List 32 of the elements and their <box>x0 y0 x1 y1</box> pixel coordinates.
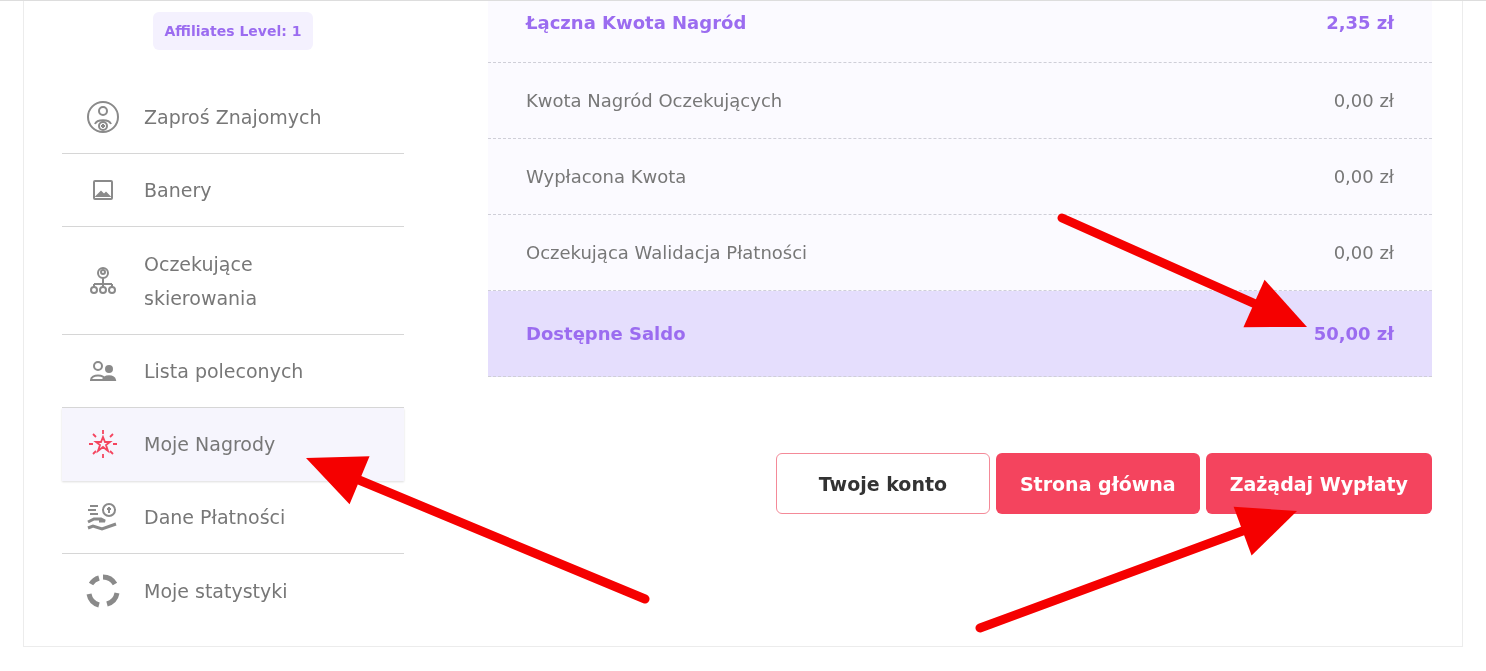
menu-label: Lista poleconych <box>144 359 304 384</box>
menu-item[interactable]: Banery <box>62 154 404 227</box>
menu-label: Dane Płatności <box>144 505 286 530</box>
image-icon <box>92 179 114 201</box>
menu-item[interactable]: Moje Nagrody <box>62 408 404 481</box>
ring-chart-icon <box>86 573 120 608</box>
menu-label: Moje statystyki <box>144 578 288 604</box>
row-value: 0,00 zł <box>1333 90 1394 111</box>
menu-item[interactable]: Oczekujące skierowania <box>62 227 404 335</box>
menu-label: Moje Nagrody <box>144 432 276 457</box>
level-badge: Affiliates Level: 1 <box>152 12 314 50</box>
row-label: Kwota Nagród Oczekujących <box>526 90 783 111</box>
menu-label: Banery <box>144 178 212 203</box>
network-icon <box>88 265 118 296</box>
row-value: 0,00 zł <box>1333 242 1394 263</box>
row-value: 2,35 zł <box>1326 11 1394 33</box>
action-button[interactable]: Strona główna <box>995 453 1200 514</box>
row-label: Dostępne Saldo <box>526 323 686 344</box>
action-button[interactable]: Zażądaj Wypłaty <box>1205 453 1432 514</box>
row-value: 50,00 zł <box>1313 323 1394 344</box>
menu-label: Zaproś Znajomych <box>144 105 322 130</box>
users-icon <box>89 360 117 382</box>
user-plus-icon <box>86 100 120 134</box>
row-label: Łączna Kwota Nagród <box>526 11 747 33</box>
menu-item[interactable]: Zaproś Znajomych <box>62 81 404 154</box>
action-button[interactable]: Twoje konto <box>775 453 990 514</box>
row-value: 0,00 zł <box>1333 166 1394 187</box>
row-label: Oczekująca Walidacja Płatności <box>526 242 808 263</box>
row-label: Wypłacona Kwota <box>526 166 687 187</box>
menu-label: Oczekujące skierowania <box>144 251 259 311</box>
star-burst-icon <box>88 429 118 459</box>
menu-item[interactable]: Moje statystyki <box>62 554 404 627</box>
